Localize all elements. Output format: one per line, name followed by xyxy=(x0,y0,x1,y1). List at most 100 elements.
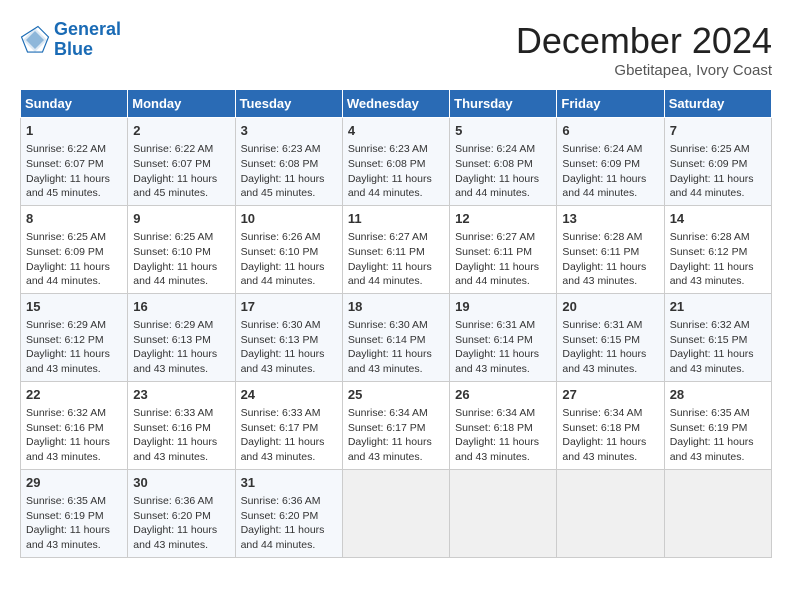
day-info-line: and 45 minutes. xyxy=(241,186,337,201)
day-number: 16 xyxy=(133,298,229,316)
day-info-line: Daylight: 11 hours xyxy=(455,260,551,275)
day-info-line: Sunrise: 6:32 AM xyxy=(26,406,122,421)
day-info-line: Sunrise: 6:33 AM xyxy=(241,406,337,421)
day-info-line: Sunrise: 6:29 AM xyxy=(133,318,229,333)
calendar-week-5: 29Sunrise: 6:35 AMSunset: 6:19 PMDayligh… xyxy=(21,469,772,557)
day-info-line: Sunrise: 6:27 AM xyxy=(455,230,551,245)
calendar-table: SundayMondayTuesdayWednesdayThursdayFrid… xyxy=(20,89,772,558)
calendar-week-1: 1 Sunrise: 6:22 AM Sunset: 6:07 PM Daylight… xyxy=(21,118,772,206)
calendar-week-2: 8Sunrise: 6:25 AMSunset: 6:09 PMDaylight… xyxy=(21,205,772,293)
day-info-line: Sunrise: 6:35 AM xyxy=(670,406,766,421)
day-info-line: Sunrise: 6:25 AM xyxy=(670,142,766,157)
calendar-cell: 4Sunrise: 6:23 AMSunset: 6:08 PMDaylight… xyxy=(342,118,449,206)
day-number: 23 xyxy=(133,386,229,404)
weekday-header-tuesday: Tuesday xyxy=(235,90,342,118)
calendar-cell: 28 Sunrise: 6:35 AMSunset: 6:19 PMDayligh… xyxy=(664,381,771,469)
day-number: 25 xyxy=(348,386,444,404)
day-info-line: Daylight: 11 hours xyxy=(670,172,766,187)
calendar-cell xyxy=(557,469,664,557)
day-info-line: and 44 minutes. xyxy=(241,274,337,289)
day-info-line: Daylight: 11 hours xyxy=(133,435,229,450)
day-number: 31 xyxy=(241,474,337,492)
day-info-line: Sunrise: 6:25 AM xyxy=(26,230,122,245)
calendar-cell xyxy=(342,469,449,557)
calendar-cell: 30Sunrise: 6:36 AMSunset: 6:20 PMDayligh… xyxy=(128,469,235,557)
calendar-cell: 19Sunrise: 6:31 AMSunset: 6:14 PMDayligh… xyxy=(450,293,557,381)
calendar-cell: 8Sunrise: 6:25 AMSunset: 6:09 PMDaylight… xyxy=(21,205,128,293)
day-info-line: and 43 minutes. xyxy=(348,450,444,465)
day-info-line: Sunset: 6:09 PM xyxy=(562,157,658,172)
day-info-line: and 43 minutes. xyxy=(133,362,229,377)
day-info-line: Daylight: 11 hours xyxy=(562,347,658,362)
day-info-line: and 44 minutes. xyxy=(562,186,658,201)
day-info-line: Daylight: 11 hours xyxy=(348,260,444,275)
day-info-line: Daylight: 11 hours xyxy=(562,172,658,187)
day-info-line: Daylight: 11 hours xyxy=(133,260,229,275)
day-info-line: Sunset: 6:11 PM xyxy=(562,245,658,260)
calendar-cell: 31Sunrise: 6:36 AMSunset: 6:20 PMDayligh… xyxy=(235,469,342,557)
day-info-line: Daylight: 11 hours xyxy=(241,523,337,538)
day-number: 4 xyxy=(348,122,444,140)
day-number: 14 xyxy=(670,210,766,228)
day-number: 24 xyxy=(241,386,337,404)
day-info-line: Sunset: 6:19 PM xyxy=(26,509,122,524)
day-info-line: Sunrise: 6:33 AM xyxy=(133,406,229,421)
day-info-line: and 43 minutes. xyxy=(133,538,229,553)
day-info-line: Sunset: 6:16 PM xyxy=(133,421,229,436)
day-info-line: Daylight: 11 hours xyxy=(670,435,766,450)
day-info-line: Sunset: 6:18 PM xyxy=(455,421,551,436)
weekday-header-sunday: Sunday xyxy=(21,90,128,118)
day-number: 28 xyxy=(670,386,766,404)
weekday-header-wednesday: Wednesday xyxy=(342,90,449,118)
day-info-line: and 45 minutes. xyxy=(133,186,229,201)
day-info-line: Sunrise: 6:31 AM xyxy=(562,318,658,333)
day-info-line: Daylight: 11 hours xyxy=(26,260,122,275)
day-info-line: Sunrise: 6:35 AM xyxy=(26,494,122,509)
weekday-header-monday: Monday xyxy=(128,90,235,118)
calendar-week-3: 15Sunrise: 6:29 AMSunset: 6:12 PMDayligh… xyxy=(21,293,772,381)
calendar-cell: 14Sunrise: 6:28 AMSunset: 6:12 PMDayligh… xyxy=(664,205,771,293)
day-info-line: Sunrise: 6:36 AM xyxy=(133,494,229,509)
day-info-line: and 43 minutes. xyxy=(241,362,337,377)
weekday-header-saturday: Saturday xyxy=(664,90,771,118)
day-info-line: Sunset: 6:20 PM xyxy=(133,509,229,524)
day-info-line: Daylight: 11 hours xyxy=(26,172,122,187)
day-info-line: Sunrise: 6:25 AM xyxy=(133,230,229,245)
day-info-line: Sunset: 6:15 PM xyxy=(670,333,766,348)
calendar-cell: 2Sunrise: 6:22 AMSunset: 6:07 PMDaylight… xyxy=(128,118,235,206)
day-info-line: Sunrise: 6:31 AM xyxy=(455,318,551,333)
day-number: 11 xyxy=(348,210,444,228)
calendar-cell: 6Sunrise: 6:24 AMSunset: 6:09 PMDaylight… xyxy=(557,118,664,206)
logo-icon xyxy=(20,25,50,55)
day-info-line: Sunrise: 6:28 AM xyxy=(670,230,766,245)
calendar-cell: 21Sunrise: 6:32 AMSunset: 6:15 PMDayligh… xyxy=(664,293,771,381)
calendar-cell: 5Sunrise: 6:24 AMSunset: 6:08 PMDaylight… xyxy=(450,118,557,206)
day-info-line: Sunset: 6:20 PM xyxy=(241,509,337,524)
calendar-cell: 15Sunrise: 6:29 AMSunset: 6:12 PMDayligh… xyxy=(21,293,128,381)
day-info-line: Sunset: 6:17 PM xyxy=(241,421,337,436)
calendar-cell: 1Sunrise: 6:22 AMSunset: 6:07 PMDaylight… xyxy=(21,118,128,206)
day-info-line: and 43 minutes. xyxy=(670,450,766,465)
day-info-line: and 43 minutes. xyxy=(455,362,551,377)
day-info-line: Sunset: 6:10 PM xyxy=(133,245,229,260)
day-info-line: Sunset: 6:08 PM xyxy=(241,157,337,172)
day-info-line: Sunset: 6:07 PM xyxy=(133,157,229,172)
calendar-cell: 25Sunrise: 6:34 AMSunset: 6:17 PMDayligh… xyxy=(342,381,449,469)
day-number: 15 xyxy=(26,298,122,316)
day-info-line: Daylight: 11 hours xyxy=(348,435,444,450)
day-number: 6 xyxy=(562,122,658,140)
weekday-header-thursday: Thursday xyxy=(450,90,557,118)
weekday-header-friday: Friday xyxy=(557,90,664,118)
day-info-line: and 43 minutes. xyxy=(670,274,766,289)
calendar-cell: 13Sunrise: 6:28 AMSunset: 6:11 PMDayligh… xyxy=(557,205,664,293)
calendar-week-4: 22Sunrise: 6:32 AMSunset: 6:16 PMDayligh… xyxy=(21,381,772,469)
day-number: 7 xyxy=(670,122,766,140)
day-info-line: and 44 minutes. xyxy=(133,274,229,289)
calendar-cell: 22Sunrise: 6:32 AMSunset: 6:16 PMDayligh… xyxy=(21,381,128,469)
day-number: 30 xyxy=(133,474,229,492)
day-info-line: Sunset: 6:19 PM xyxy=(670,421,766,436)
calendar-cell: 16Sunrise: 6:29 AMSunset: 6:13 PMDayligh… xyxy=(128,293,235,381)
day-number: 1 xyxy=(26,122,122,140)
day-info-line: Sunrise: 6:22 AM xyxy=(26,142,122,157)
day-info-line: Sunrise: 6:34 AM xyxy=(562,406,658,421)
